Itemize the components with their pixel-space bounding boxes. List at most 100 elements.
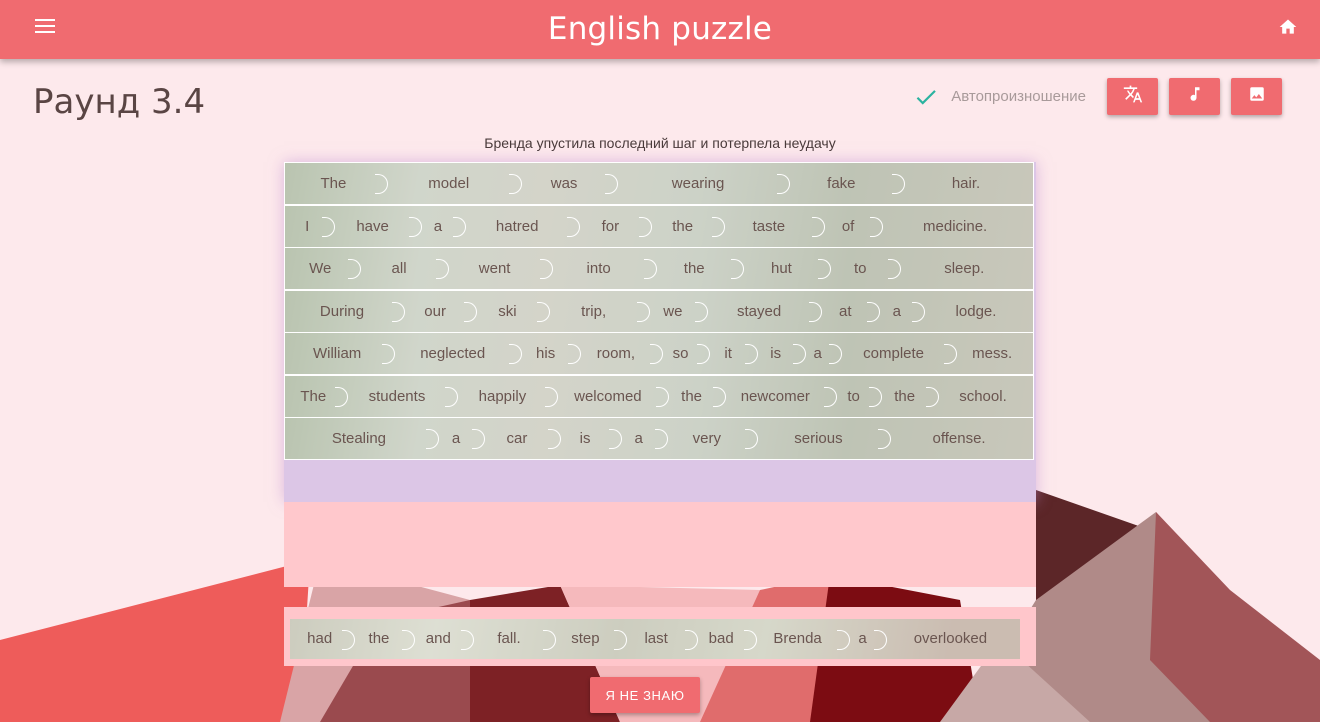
row-piece[interactable]: neglected bbox=[389, 333, 523, 374]
row-piece[interactable]: the bbox=[876, 376, 939, 417]
row-piece-word: into bbox=[586, 260, 611, 277]
row-piece[interactable]: very bbox=[662, 418, 758, 459]
row-piece[interactable]: a bbox=[416, 206, 467, 247]
row-piece-word: is bbox=[579, 430, 591, 447]
row-piece[interactable]: is bbox=[752, 333, 806, 374]
row-piece[interactable]: trip, bbox=[544, 291, 650, 332]
row-piece[interactable]: Stealing bbox=[285, 418, 439, 459]
row-piece[interactable]: William bbox=[285, 333, 396, 374]
row-piece[interactable]: the bbox=[646, 206, 725, 247]
row-piece[interactable]: all bbox=[355, 248, 449, 289]
row-piece[interactable]: for bbox=[574, 206, 653, 247]
row-piece[interactable]: taste bbox=[719, 206, 825, 247]
source-piece[interactable]: Brenda bbox=[751, 619, 851, 659]
row-piece[interactable]: ski bbox=[471, 291, 550, 332]
row-piece[interactable]: hair. bbox=[899, 163, 1033, 204]
row-piece[interactable]: our bbox=[399, 291, 478, 332]
row-piece[interactable]: a bbox=[433, 418, 486, 459]
dont-know-button[interactable]: Я НЕ ЗНАЮ bbox=[590, 677, 700, 713]
row-piece[interactable]: sleep. bbox=[895, 248, 1033, 289]
row-piece[interactable]: The bbox=[285, 163, 388, 204]
source-piece[interactable]: a bbox=[844, 619, 887, 659]
row-piece[interactable]: medicine. bbox=[877, 206, 1033, 247]
row-piece[interactable]: the bbox=[663, 376, 726, 417]
source-piece-word: fall. bbox=[497, 630, 521, 647]
row-piece[interactable]: fake bbox=[784, 163, 906, 204]
row-piece[interactable]: lodge. bbox=[919, 291, 1033, 332]
row-piece[interactable]: hut bbox=[738, 248, 832, 289]
assembled-rows: The model was wearing fake hair. Ihave a hatred f… bbox=[284, 162, 1036, 460]
row-piece-word: the bbox=[672, 217, 694, 235]
row-piece[interactable]: hatred bbox=[460, 206, 581, 247]
row-piece[interactable]: school. bbox=[933, 376, 1033, 417]
row-piece[interactable]: happily bbox=[452, 376, 559, 417]
row-piece-word: all bbox=[391, 260, 407, 277]
row-piece[interactable]: of bbox=[819, 206, 884, 247]
row-piece-word: hair. bbox=[951, 175, 981, 192]
row-piece[interactable]: to bbox=[825, 248, 902, 289]
round-title: Раунд 3.4 bbox=[33, 82, 206, 122]
source-piece[interactable]: and bbox=[409, 619, 474, 659]
source-piece[interactable]: bad bbox=[692, 619, 757, 659]
row-piece[interactable]: We bbox=[285, 248, 362, 289]
row-piece[interactable]: it bbox=[704, 333, 758, 374]
row-piece-word: ski bbox=[498, 302, 517, 320]
row-piece[interactable]: wearing bbox=[612, 163, 790, 204]
row-piece[interactable]: model bbox=[382, 163, 522, 204]
auto-pronounce-label[interactable]: Автопроизношение bbox=[951, 88, 1086, 105]
row-piece[interactable]: the bbox=[651, 248, 744, 289]
row-piece[interactable]: went bbox=[443, 248, 553, 289]
row-piece[interactable]: have bbox=[329, 206, 422, 247]
background-image-button[interactable] bbox=[1231, 78, 1282, 115]
row-piece-word: we bbox=[663, 302, 683, 320]
source-piece-word: last bbox=[644, 630, 668, 647]
row-piece[interactable]: into bbox=[547, 248, 657, 289]
row-piece[interactable]: a bbox=[800, 333, 842, 374]
row-piece-word: have bbox=[356, 217, 389, 235]
source-piece[interactable]: had bbox=[290, 619, 356, 659]
row-piece[interactable]: at bbox=[816, 291, 881, 332]
row-piece[interactable]: a bbox=[875, 291, 925, 332]
row-piece[interactable]: is bbox=[555, 418, 622, 459]
source-piece[interactable]: the bbox=[349, 619, 415, 659]
source-piece-word: had bbox=[307, 630, 333, 647]
row-piece[interactable]: stayed bbox=[702, 291, 823, 332]
source-piece[interactable]: overlooked bbox=[881, 619, 1020, 659]
source-piece-word: bad bbox=[708, 630, 734, 647]
row-piece[interactable]: his bbox=[516, 333, 582, 374]
puzzle-board: The model was wearing fake hair. Ihave a hatred f… bbox=[284, 162, 1036, 587]
row-piece[interactable]: to bbox=[831, 376, 883, 417]
source-piece-word: a bbox=[858, 630, 867, 647]
row-piece[interactable]: we bbox=[644, 291, 709, 332]
row-piece-word: newcomer bbox=[740, 387, 810, 405]
row-piece-word: was bbox=[550, 175, 578, 192]
home-icon[interactable] bbox=[1278, 17, 1298, 37]
source-piece[interactable]: fall. bbox=[468, 619, 557, 659]
audio-button[interactable] bbox=[1169, 78, 1220, 115]
row-piece[interactable]: car bbox=[479, 418, 561, 459]
row-piece[interactable]: students bbox=[342, 376, 459, 417]
row-piece[interactable]: was bbox=[516, 163, 619, 204]
row-piece[interactable]: During bbox=[285, 291, 405, 332]
empty-row-area[interactable] bbox=[284, 502, 1036, 587]
row-piece-word: neglected bbox=[420, 345, 486, 362]
row-piece[interactable]: offense. bbox=[885, 418, 1033, 459]
app-title: English puzzle bbox=[547, 11, 773, 47]
source-piece[interactable]: last bbox=[621, 619, 698, 659]
auto-pronounce-check-icon[interactable] bbox=[913, 84, 939, 110]
row-piece[interactable]: room, bbox=[575, 333, 663, 374]
row-piece[interactable]: complete bbox=[836, 333, 958, 374]
row-piece[interactable]: I bbox=[285, 206, 336, 247]
row-piece[interactable]: newcomer bbox=[720, 376, 837, 417]
source-piece-word: and bbox=[425, 630, 451, 647]
row-piece[interactable]: welcomed bbox=[552, 376, 670, 417]
row-piece[interactable]: mess. bbox=[951, 333, 1033, 374]
translate-button[interactable] bbox=[1107, 78, 1158, 115]
row-piece[interactable]: serious bbox=[752, 418, 892, 459]
row-piece[interactable]: so bbox=[657, 333, 711, 374]
row-piece[interactable]: a bbox=[616, 418, 668, 459]
image-icon bbox=[1248, 85, 1266, 108]
source-piece[interactable]: step bbox=[550, 619, 627, 659]
row-piece[interactable]: The bbox=[285, 376, 348, 417]
translation-hint: Бренда упустила последний шаг и потерпел… bbox=[484, 135, 836, 151]
